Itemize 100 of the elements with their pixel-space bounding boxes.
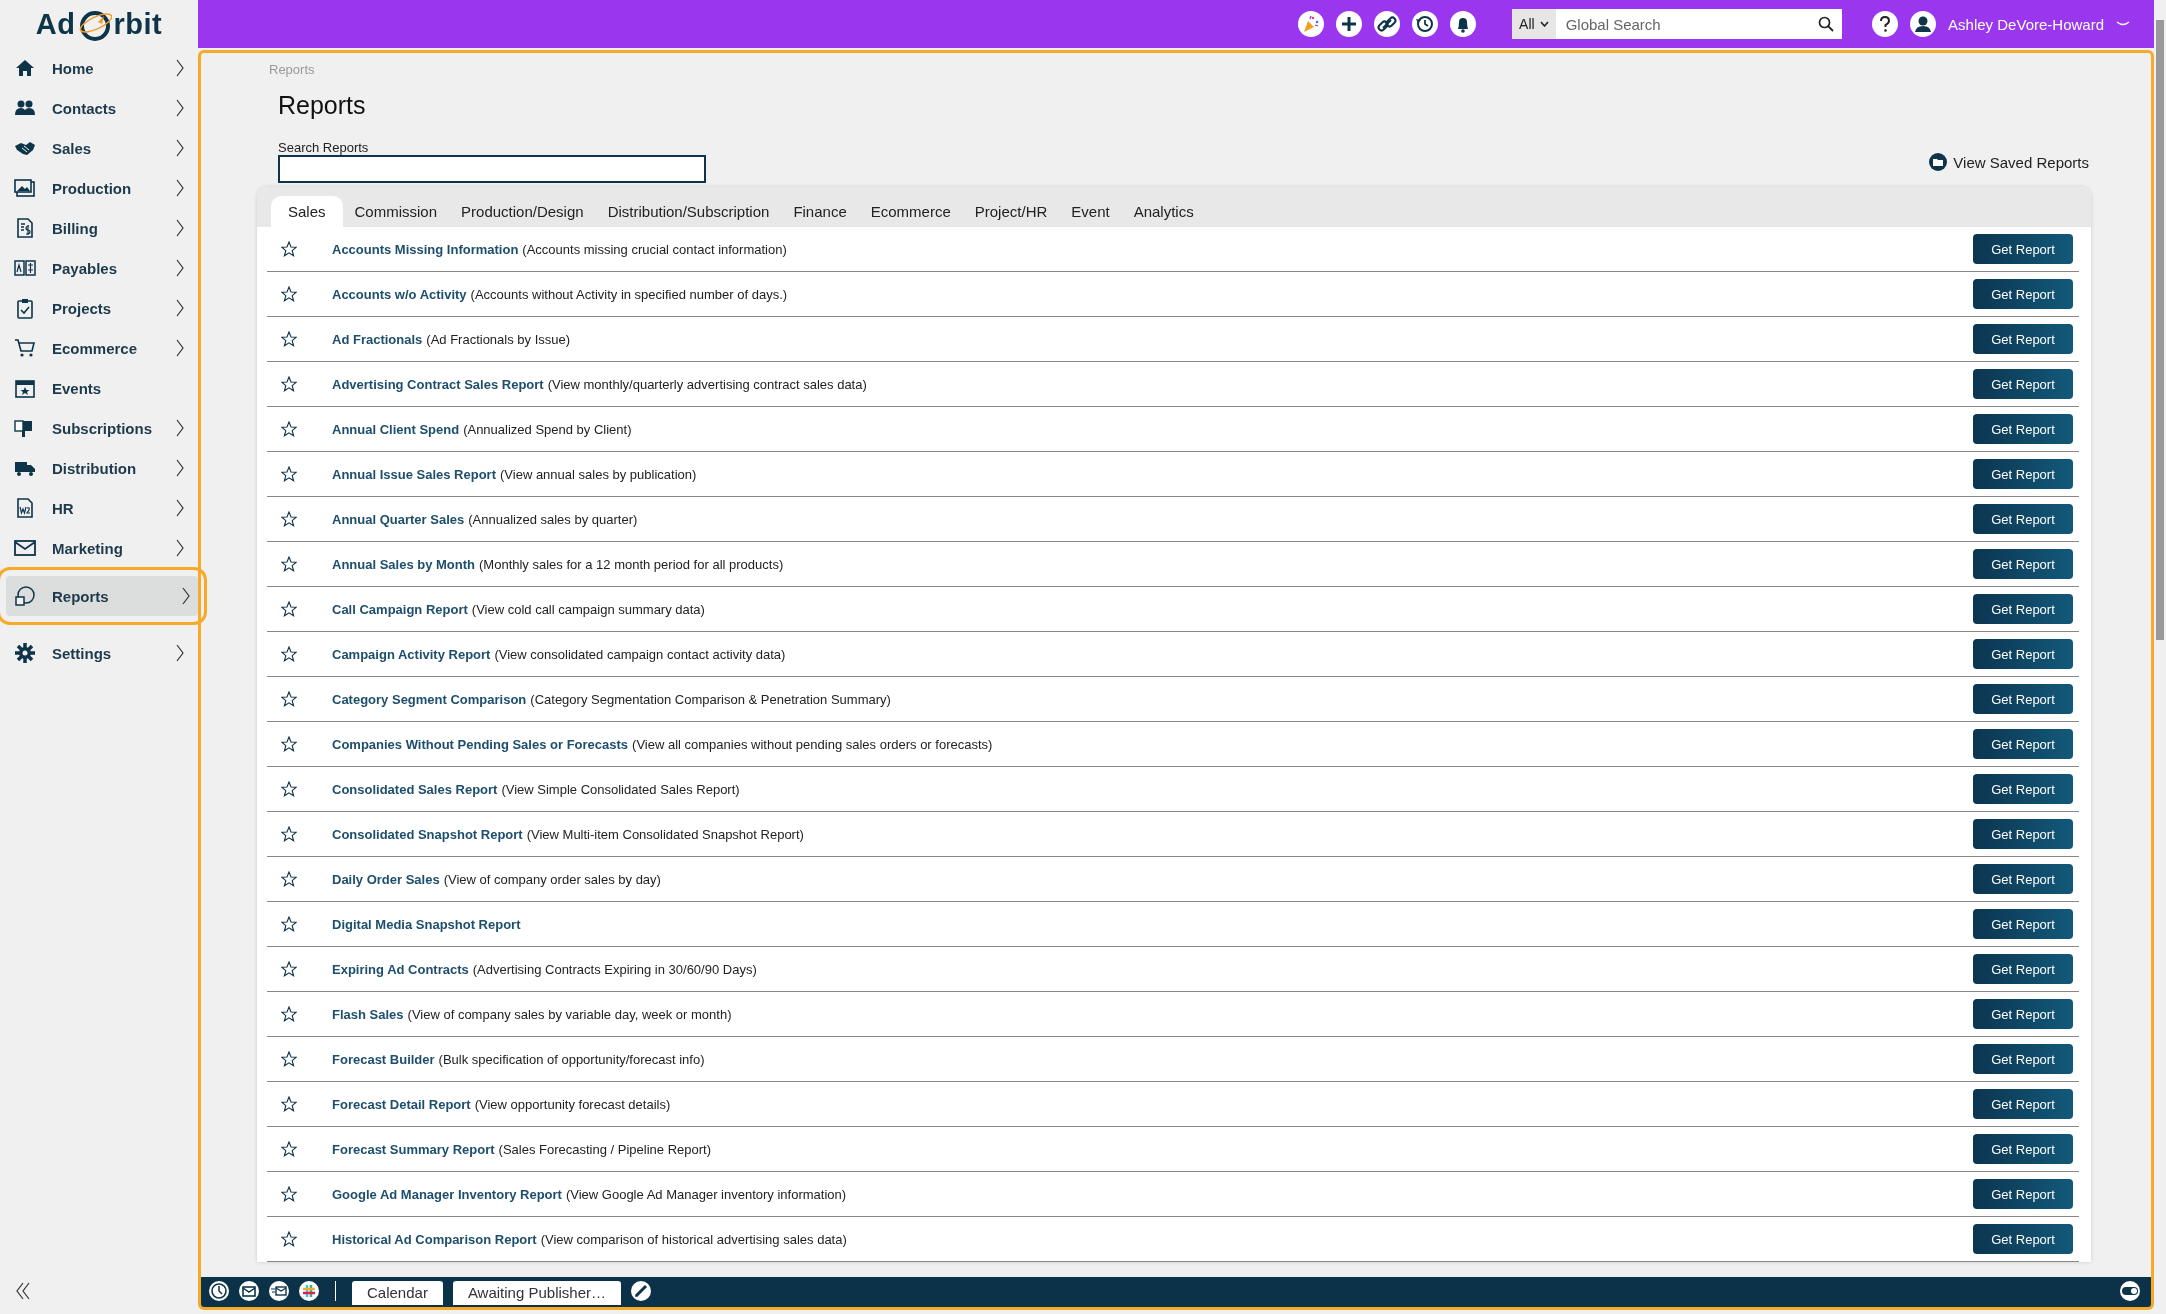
star-icon[interactable] <box>281 1231 297 1247</box>
tab[interactable]: Distribution/Subscription <box>595 196 782 227</box>
star-icon[interactable] <box>281 601 297 617</box>
get-report-button[interactable]: Get Report <box>1973 504 2073 534</box>
star-icon[interactable] <box>281 511 297 527</box>
star-icon[interactable] <box>281 1141 297 1157</box>
tab[interactable]: Finance <box>781 196 859 227</box>
star-icon[interactable] <box>281 736 297 752</box>
report-link[interactable]: Expiring Ad Contracts <box>332 961 469 977</box>
sidebar-item[interactable]: Home <box>0 48 192 88</box>
star-icon[interactable] <box>281 331 297 347</box>
tab[interactable]: Ecommerce <box>858 196 963 227</box>
sidebar-item[interactable]: Settings <box>0 633 192 673</box>
star-icon[interactable] <box>281 286 297 302</box>
star-icon[interactable] <box>281 1096 297 1112</box>
star-icon[interactable] <box>281 376 297 392</box>
get-report-button[interactable]: Get Report <box>1973 594 2073 624</box>
clock-icon[interactable] <box>209 1281 229 1301</box>
star-icon[interactable] <box>281 826 297 842</box>
get-report-button[interactable]: Get Report <box>1973 234 2073 264</box>
get-report-button[interactable]: Get Report <box>1973 954 2073 984</box>
get-report-button[interactable]: Get Report <box>1973 1224 2073 1254</box>
scrollbar-thumb[interactable] <box>2156 20 2164 640</box>
report-link[interactable]: Annual Quarter Sales <box>332 511 465 527</box>
search-icon[interactable] <box>1818 16 1835 32</box>
report-link[interactable]: Forecast Builder <box>332 1051 435 1067</box>
scope-dropdown[interactable]: All <box>1512 9 1556 39</box>
report-link[interactable]: Forecast Summary Report <box>332 1141 495 1157</box>
star-icon[interactable] <box>281 691 297 707</box>
star-icon[interactable] <box>281 916 297 932</box>
search-field[interactable] <box>278 155 706 183</box>
sidebar-item[interactable]: Billing <box>0 208 192 248</box>
report-link[interactable]: Annual Client Spend <box>332 421 460 437</box>
star-icon[interactable] <box>281 781 297 797</box>
report-link[interactable]: Accounts w/o Activity <box>332 286 467 302</box>
get-report-button[interactable]: Get Report <box>1973 459 2073 489</box>
report-link[interactable]: Forecast Detail Report <box>332 1096 471 1112</box>
report-link[interactable]: Digital Media Snapshot Report <box>332 916 521 932</box>
history-icon[interactable] <box>1412 11 1439 37</box>
sidebar-item[interactable]: Contacts <box>0 88 192 128</box>
get-report-button[interactable]: Get Report <box>1973 639 2073 669</box>
bell-icon[interactable] <box>1450 11 1477 37</box>
sidebar-item[interactable]: Subscriptions <box>0 408 192 448</box>
star-icon[interactable] <box>281 871 297 887</box>
report-link[interactable]: Ad Fractionals <box>332 331 423 347</box>
star-icon[interactable] <box>281 421 297 437</box>
sidebar-item[interactable]: Ecommerce <box>0 328 192 368</box>
tab[interactable]: Project/HR <box>962 196 1060 227</box>
pencil-icon[interactable] <box>631 1281 651 1301</box>
help-icon[interactable] <box>1872 11 1899 37</box>
star-icon[interactable] <box>281 1051 297 1067</box>
sidebar-item[interactable]: Events <box>0 368 192 408</box>
get-report-button[interactable]: Get Report <box>1973 1044 2073 1074</box>
link-icon[interactable] <box>1374 11 1401 37</box>
envelope-icon[interactable] <box>239 1281 259 1301</box>
sidebar-item[interactable]: Production <box>0 168 192 208</box>
get-report-button[interactable]: Get Report <box>1973 279 2073 309</box>
report-link[interactable]: Accounts Missing Information <box>332 241 519 257</box>
sidebar-item[interactable]: Payables <box>0 248 192 288</box>
report-link[interactable]: Daily Order Sales <box>332 871 440 887</box>
colorful-hash-icon[interactable] <box>299 1281 319 1301</box>
get-report-button[interactable]: Get Report <box>1973 684 2073 714</box>
avatar-icon[interactable] <box>1910 11 1937 37</box>
report-link[interactable]: Call Campaign Report <box>332 601 468 617</box>
sidebar-item[interactable]: Distribution <box>0 448 192 488</box>
get-report-button[interactable]: Get Report <box>1973 369 2073 399</box>
star-icon[interactable] <box>281 241 297 257</box>
report-link[interactable]: Annual Issue Sales Report <box>332 466 496 482</box>
report-link[interactable]: Advertising Contract Sales Report <box>332 376 544 392</box>
report-link[interactable]: Google Ad Manager Inventory Report <box>332 1186 562 1202</box>
user-name[interactable]: Ashley DeVore-Howard <box>1948 15 2104 33</box>
get-report-button[interactable]: Get Report <box>1973 774 2073 804</box>
get-report-button[interactable]: Get Report <box>1973 549 2073 579</box>
star-icon[interactable] <box>281 961 297 977</box>
get-report-button[interactable]: Get Report <box>1973 1134 2073 1164</box>
sidebar-item[interactable]: HR <box>0 488 192 528</box>
plus-icon[interactable] <box>1336 11 1363 37</box>
get-report-button[interactable]: Get Report <box>1973 324 2073 354</box>
sidebar-item[interactable]: Projects <box>0 288 192 328</box>
report-link[interactable]: Historical Ad Comparison Report <box>332 1231 537 1247</box>
toggle-icon[interactable] <box>2117 1281 2143 1301</box>
sidebar-item[interactable]: Marketing <box>0 528 192 568</box>
get-report-button[interactable]: Get Report <box>1973 1179 2073 1209</box>
tab[interactable]: Commission <box>342 196 450 227</box>
report-link[interactable]: Annual Sales by Month <box>332 556 475 572</box>
tab[interactable]: Production/Design <box>449 196 596 227</box>
tab[interactable]: Event <box>1059 196 1122 227</box>
get-report-button[interactable]: Get Report <box>1973 864 2073 894</box>
bottom-tab[interactable]: Awaiting Publisher… <box>452 1281 621 1305</box>
star-icon[interactable] <box>281 1186 297 1202</box>
get-report-button[interactable]: Get Report <box>1973 819 2073 849</box>
star-icon[interactable] <box>281 1006 297 1022</box>
view-saved-reports-link[interactable]: View Saved Reports <box>1929 153 2089 171</box>
party-popper-icon[interactable] <box>1298 11 1325 37</box>
get-report-button[interactable]: Get Report <box>1973 1089 2073 1119</box>
bottom-tab[interactable]: Calendar <box>352 1281 443 1305</box>
get-report-button[interactable]: Get Report <box>1973 729 2073 759</box>
report-link[interactable]: Consolidated Snapshot Report <box>332 826 523 842</box>
get-report-button[interactable]: Get Report <box>1973 909 2073 939</box>
report-link[interactable]: Companies Without Pending Sales or Forecasts <box>332 736 629 752</box>
